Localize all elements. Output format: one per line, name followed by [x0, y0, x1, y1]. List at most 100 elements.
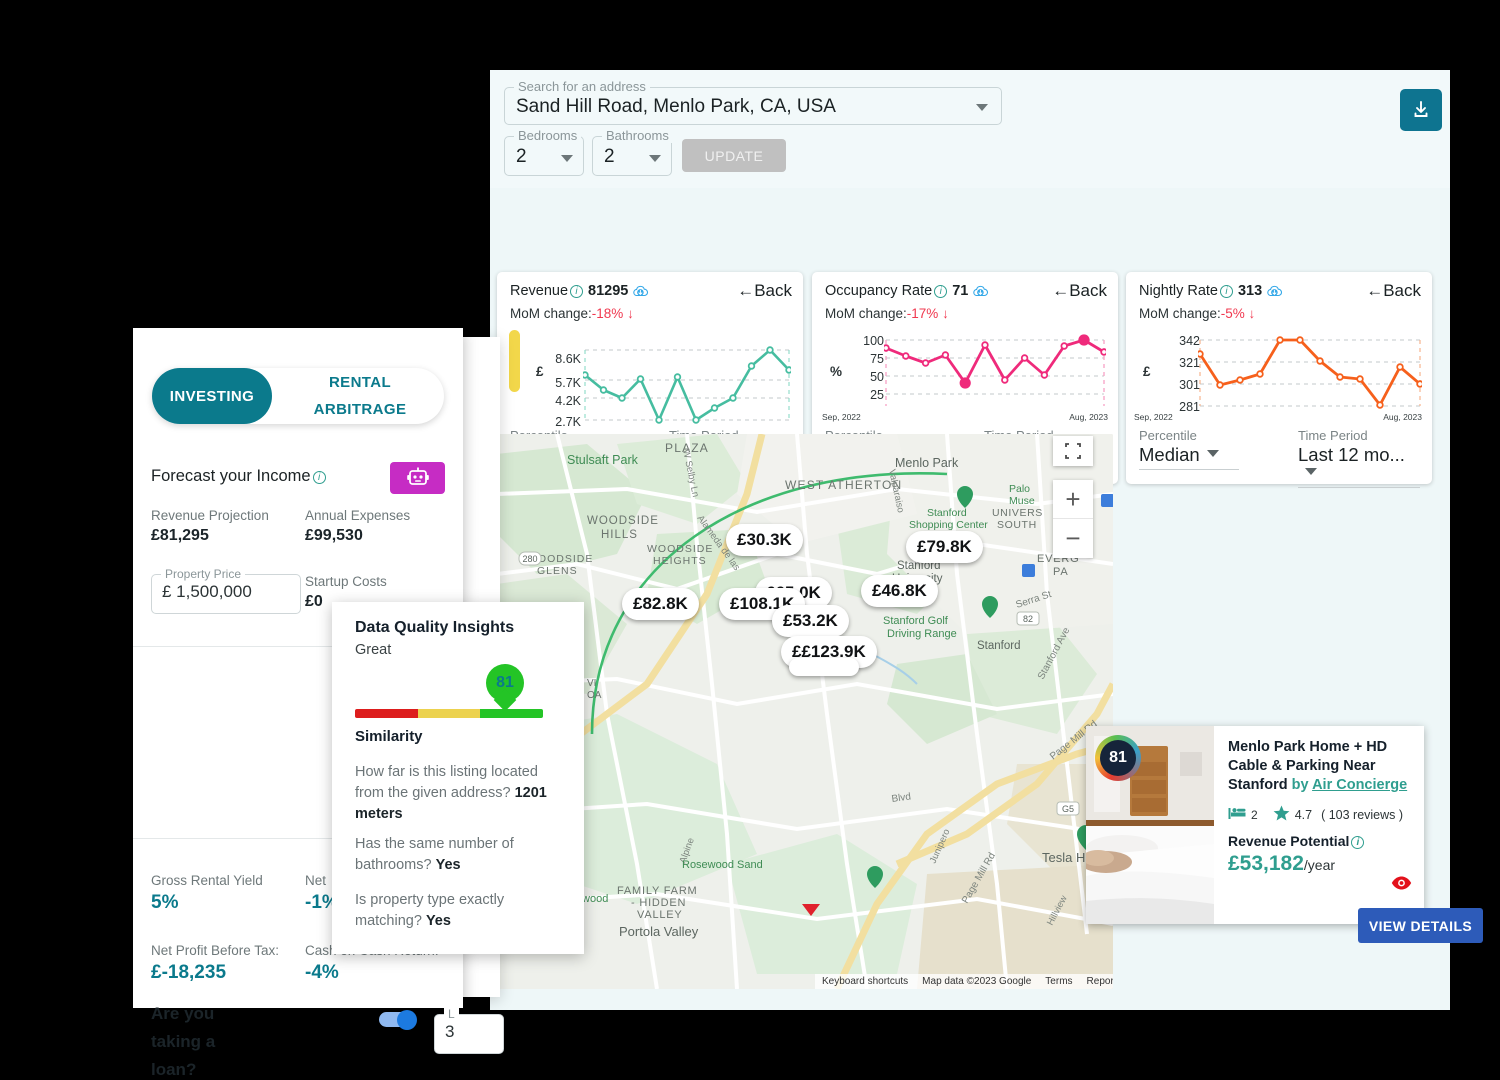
bedrooms-select[interactable]: Bedrooms 2	[504, 129, 584, 176]
screenshot-root: Search for an address Sand Hill Road, Me…	[0, 0, 1500, 1080]
data-quality-title: Data Quality Insights	[355, 619, 515, 636]
chevron-down-icon[interactable]	[1305, 468, 1317, 475]
nightly-ytick-1: 321	[1179, 356, 1200, 370]
map-price-marker[interactable]: £53.2K	[772, 605, 849, 637]
nightly-percentile-value: Median	[1139, 444, 1200, 465]
report-map-error-link[interactable]: Report a map error	[1079, 973, 1113, 989]
cash-on-cash-value: -4%	[305, 962, 339, 983]
nightly-card-title: Nightly Rate	[1139, 283, 1218, 299]
chevron-down-icon[interactable]	[561, 155, 573, 162]
property-price-value: £ 1,500,000	[162, 582, 252, 601]
chevron-down-icon[interactable]	[1206, 450, 1219, 457]
occupancy-card-title: Occupancy Rate	[825, 283, 933, 299]
divider	[1139, 469, 1239, 470]
keyboard-shortcuts-link[interactable]: Keyboard shortcuts	[815, 973, 916, 989]
tab-rental-arbitrage-line2: ARBITRAGE	[313, 401, 407, 418]
google-map[interactable]: PLAZA Stulsaft Park WEST ATHERTON Menlo …	[497, 434, 1113, 989]
revenue-back-button[interactable]: ←Back	[737, 281, 792, 301]
listing-details: Menlo Park Home + HD Cable & Parking Nea…	[1214, 726, 1424, 924]
data-quality-rating: Great	[355, 642, 392, 658]
map-price-marker-hidden[interactable]	[789, 658, 859, 676]
svg-text:GLENS: GLENS	[537, 565, 578, 577]
info-icon[interactable]: i	[934, 285, 948, 298]
listing-thumbnail: 81	[1086, 726, 1214, 924]
svg-text:82: 82	[1023, 614, 1033, 624]
nightly-back-button[interactable]: ←Back	[1366, 281, 1421, 301]
revenue-projection-stat: Revenue Projection £81,295	[151, 508, 269, 545]
occupancy-ytick-2: 50	[870, 370, 884, 384]
map-price-marker[interactable]: £82.8K	[622, 588, 699, 620]
info-icon[interactable]: i	[1351, 836, 1365, 849]
occupancy-end-date: Aug, 2023	[1069, 412, 1108, 422]
metric-cards-row: Revenue i 81295 ←Back MoM change:-18% ↓ £ …	[490, 188, 1450, 488]
info-icon[interactable]: i	[1219, 285, 1233, 298]
map-price-marker[interactable]: £30.3K	[726, 524, 803, 556]
map-price-marker[interactable]: £79.8K	[906, 531, 983, 563]
data-quality-question-2: Has the same number of bathrooms? Yes	[355, 834, 560, 876]
map-zoom-in-button[interactable]: +	[1053, 480, 1093, 519]
property-price-input[interactable]: Property Price £ 1,500,000	[151, 567, 301, 614]
listing-popup-card[interactable]: 81 Menlo Park Home + HD Cable & Parking …	[1086, 726, 1424, 924]
view-details-button[interactable]: VIEW DETAILS	[1358, 908, 1483, 943]
nightly-percentile-select[interactable]: Percentile Median	[1139, 428, 1259, 470]
tab-rental-arbitrage[interactable]: RENTAL ARBITRAGE	[280, 368, 440, 424]
download-button[interactable]	[1400, 89, 1442, 131]
address-search-input[interactable]: Search for an address Sand Hill Road, Me…	[504, 80, 1002, 125]
occupancy-line-chart	[884, 334, 1106, 406]
svg-text:Palo: Palo	[1009, 483, 1030, 495]
net-profit-label: Net Profit Before Tax:	[151, 943, 280, 958]
net-profit-stat: Net Profit Before Tax: £-18,235	[151, 943, 279, 984]
cloud-download-icon[interactable]	[1266, 285, 1283, 302]
revenue-potential-period: /year	[1303, 857, 1336, 873]
listing-score-badge: 81	[1095, 735, 1141, 781]
loan-term-input[interactable]: L 3	[434, 1007, 504, 1054]
chevron-down-icon[interactable]	[976, 104, 988, 111]
similarity-heading: Similarity	[355, 728, 423, 745]
nightly-start-date: Sep, 2022	[1134, 412, 1173, 422]
revenue-potential-value: £53,182	[1228, 852, 1304, 875]
terms-link[interactable]: Terms	[1038, 973, 1080, 989]
revenue-card-value: 81295	[588, 283, 629, 299]
svg-text:Driving Range: Driving Range	[887, 628, 957, 640]
loan-toggle-switch[interactable]	[379, 1010, 417, 1030]
cloud-download-icon[interactable]	[632, 285, 649, 302]
address-search-value: Sand Hill Road, Menlo Park, CA, USA	[516, 96, 836, 117]
revenue-ytick-2: 4.2K	[555, 394, 581, 408]
tab-investing[interactable]: INVESTING	[152, 368, 272, 424]
dq-question-2-text: Has the same number of bathrooms?	[355, 836, 514, 873]
svg-text:OA: OA	[587, 690, 602, 701]
map-fullscreen-button[interactable]	[1053, 436, 1093, 466]
chevron-down-icon[interactable]	[649, 155, 661, 162]
scale-segment-green	[480, 709, 543, 718]
svg-text:Stanford Golf: Stanford Golf	[883, 615, 949, 627]
ai-assistant-button[interactable]	[390, 462, 445, 494]
occupancy-back-button[interactable]: ←Back	[1052, 281, 1107, 301]
map-zoom-controls[interactable]: + −	[1053, 480, 1093, 558]
nightly-controls: Percentile Median Time Period Last 12 mo…	[1126, 428, 1432, 488]
svg-text:280: 280	[522, 554, 537, 564]
occupancy-card-value: 71	[952, 283, 969, 299]
property-price-label: Property Price	[161, 567, 246, 581]
cloud-download-icon[interactable]	[972, 285, 989, 302]
map-zoom-out-button[interactable]: −	[1053, 519, 1093, 557]
info-icon[interactable]: i	[312, 471, 326, 484]
map-price-marker[interactable]: £46.8K	[861, 575, 938, 607]
occupancy-start-date: Sep, 2022	[822, 412, 861, 422]
eye-icon[interactable]	[1391, 876, 1412, 895]
nightly-timeperiod-value: Last 12 mo...	[1298, 444, 1405, 465]
nightly-timeperiod-select[interactable]: Time Period Last 12 mo...	[1298, 428, 1420, 488]
occupancy-mom-change: MoM change:-17% ↓	[825, 306, 949, 321]
nightly-card-header: Nightly Rate i 313	[1139, 283, 1283, 302]
bathrooms-select[interactable]: Bathrooms 2	[592, 129, 673, 176]
occupancy-ytick-3: 25	[870, 388, 884, 402]
info-icon[interactable]: i	[570, 285, 584, 298]
nightly-line-chart	[1198, 336, 1422, 409]
analytics-app-panel: Search for an address Sand Hill Road, Me…	[490, 70, 1483, 1010]
data-quality-score: 81	[496, 674, 514, 691]
occupancy-card-header: Occupancy Rate i 71	[825, 283, 989, 302]
loan-question-label: Are you taking a loan?	[151, 1004, 216, 1079]
scale-segment-red	[355, 709, 418, 718]
listing-host-link[interactable]: Air Concierge	[1312, 777, 1407, 793]
bed-icon	[1228, 807, 1246, 823]
update-button[interactable]: UPDATE	[682, 139, 786, 172]
